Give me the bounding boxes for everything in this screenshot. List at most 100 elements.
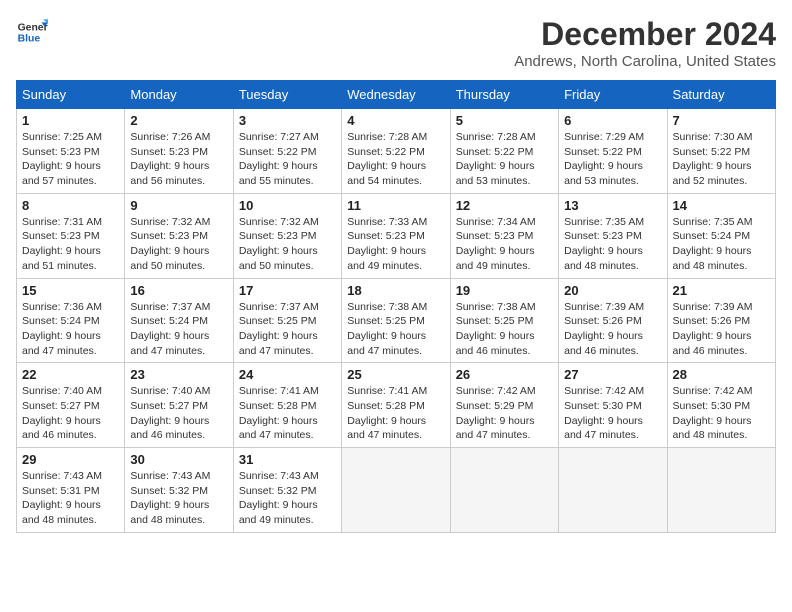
table-row bbox=[450, 448, 558, 533]
day-number: 22 bbox=[22, 367, 119, 382]
table-row: 4 Sunrise: 7:28 AM Sunset: 5:22 PM Daylig… bbox=[342, 109, 450, 194]
day-info: Sunrise: 7:41 AM Sunset: 5:28 PM Dayligh… bbox=[239, 384, 336, 443]
day-number: 10 bbox=[239, 198, 336, 213]
day-info: Sunrise: 7:31 AM Sunset: 5:23 PM Dayligh… bbox=[22, 215, 119, 274]
day-info: Sunrise: 7:28 AM Sunset: 5:22 PM Dayligh… bbox=[456, 130, 553, 189]
day-info: Sunrise: 7:43 AM Sunset: 5:32 PM Dayligh… bbox=[239, 469, 336, 528]
day-number: 26 bbox=[456, 367, 553, 382]
table-row: 29 Sunrise: 7:43 AM Sunset: 5:31 PM Dayli… bbox=[17, 448, 125, 533]
day-number: 3 bbox=[239, 113, 336, 128]
calendar-header-row: Sunday Monday Tuesday Wednesday Thursday… bbox=[17, 81, 776, 109]
table-row: 25 Sunrise: 7:41 AM Sunset: 5:28 PM Dayli… bbox=[342, 363, 450, 448]
day-info: Sunrise: 7:42 AM Sunset: 5:29 PM Dayligh… bbox=[456, 384, 553, 443]
table-row: 6 Sunrise: 7:29 AM Sunset: 5:22 PM Daylig… bbox=[559, 109, 667, 194]
calendar-week-row: 1 Sunrise: 7:25 AM Sunset: 5:23 PM Daylig… bbox=[17, 109, 776, 194]
calendar-week-row: 8 Sunrise: 7:31 AM Sunset: 5:23 PM Daylig… bbox=[17, 193, 776, 278]
day-number: 8 bbox=[22, 198, 119, 213]
day-info: Sunrise: 7:33 AM Sunset: 5:23 PM Dayligh… bbox=[347, 215, 444, 274]
col-saturday: Saturday bbox=[667, 81, 775, 109]
day-number: 25 bbox=[347, 367, 444, 382]
table-row: 21 Sunrise: 7:39 AM Sunset: 5:26 PM Dayli… bbox=[667, 278, 775, 363]
calendar-week-row: 22 Sunrise: 7:40 AM Sunset: 5:27 PM Dayli… bbox=[17, 363, 776, 448]
day-info: Sunrise: 7:26 AM Sunset: 5:23 PM Dayligh… bbox=[130, 130, 227, 189]
day-number: 4 bbox=[347, 113, 444, 128]
day-number: 1 bbox=[22, 113, 119, 128]
day-number: 23 bbox=[130, 367, 227, 382]
day-number: 21 bbox=[673, 283, 770, 298]
day-number: 30 bbox=[130, 452, 227, 467]
day-number: 31 bbox=[239, 452, 336, 467]
day-info: Sunrise: 7:42 AM Sunset: 5:30 PM Dayligh… bbox=[673, 384, 770, 443]
calendar-table: Sunday Monday Tuesday Wednesday Thursday… bbox=[16, 80, 776, 533]
day-info: Sunrise: 7:30 AM Sunset: 5:22 PM Dayligh… bbox=[673, 130, 770, 189]
table-row: 3 Sunrise: 7:27 AM Sunset: 5:22 PM Daylig… bbox=[233, 109, 341, 194]
day-number: 6 bbox=[564, 113, 661, 128]
day-number: 14 bbox=[673, 198, 770, 213]
table-row: 8 Sunrise: 7:31 AM Sunset: 5:23 PM Daylig… bbox=[17, 193, 125, 278]
table-row: 11 Sunrise: 7:33 AM Sunset: 5:23 PM Dayli… bbox=[342, 193, 450, 278]
calendar-week-row: 29 Sunrise: 7:43 AM Sunset: 5:31 PM Dayli… bbox=[17, 448, 776, 533]
svg-text:Blue: Blue bbox=[18, 34, 41, 45]
table-row: 22 Sunrise: 7:40 AM Sunset: 5:27 PM Dayli… bbox=[17, 363, 125, 448]
col-friday: Friday bbox=[559, 81, 667, 109]
day-info: Sunrise: 7:40 AM Sunset: 5:27 PM Dayligh… bbox=[130, 384, 227, 443]
subtitle: Andrews, North Carolina, United States bbox=[514, 53, 776, 70]
day-number: 7 bbox=[673, 113, 770, 128]
table-row: 5 Sunrise: 7:28 AM Sunset: 5:22 PM Daylig… bbox=[450, 109, 558, 194]
day-info: Sunrise: 7:32 AM Sunset: 5:23 PM Dayligh… bbox=[130, 215, 227, 274]
table-row bbox=[667, 448, 775, 533]
day-number: 27 bbox=[564, 367, 661, 382]
day-info: Sunrise: 7:35 AM Sunset: 5:24 PM Dayligh… bbox=[673, 215, 770, 274]
day-info: Sunrise: 7:41 AM Sunset: 5:28 PM Dayligh… bbox=[347, 384, 444, 443]
table-row: 10 Sunrise: 7:32 AM Sunset: 5:23 PM Dayli… bbox=[233, 193, 341, 278]
table-row: 31 Sunrise: 7:43 AM Sunset: 5:32 PM Dayli… bbox=[233, 448, 341, 533]
day-info: Sunrise: 7:39 AM Sunset: 5:26 PM Dayligh… bbox=[564, 300, 661, 359]
day-info: Sunrise: 7:32 AM Sunset: 5:23 PM Dayligh… bbox=[239, 215, 336, 274]
table-row bbox=[342, 448, 450, 533]
day-number: 11 bbox=[347, 198, 444, 213]
table-row: 27 Sunrise: 7:42 AM Sunset: 5:30 PM Dayli… bbox=[559, 363, 667, 448]
day-info: Sunrise: 7:42 AM Sunset: 5:30 PM Dayligh… bbox=[564, 384, 661, 443]
table-row: 13 Sunrise: 7:35 AM Sunset: 5:23 PM Dayli… bbox=[559, 193, 667, 278]
day-info: Sunrise: 7:37 AM Sunset: 5:24 PM Dayligh… bbox=[130, 300, 227, 359]
table-row: 7 Sunrise: 7:30 AM Sunset: 5:22 PM Daylig… bbox=[667, 109, 775, 194]
main-title: December 2024 bbox=[514, 16, 776, 53]
table-row: 1 Sunrise: 7:25 AM Sunset: 5:23 PM Daylig… bbox=[17, 109, 125, 194]
day-number: 17 bbox=[239, 283, 336, 298]
day-number: 29 bbox=[22, 452, 119, 467]
table-row: 19 Sunrise: 7:38 AM Sunset: 5:25 PM Dayli… bbox=[450, 278, 558, 363]
day-info: Sunrise: 7:38 AM Sunset: 5:25 PM Dayligh… bbox=[456, 300, 553, 359]
day-number: 18 bbox=[347, 283, 444, 298]
table-row: 12 Sunrise: 7:34 AM Sunset: 5:23 PM Dayli… bbox=[450, 193, 558, 278]
page-header: General Blue December 2024 Andrews, Nort… bbox=[16, 16, 776, 70]
logo-icon: General Blue bbox=[16, 16, 48, 48]
day-info: Sunrise: 7:34 AM Sunset: 5:23 PM Dayligh… bbox=[456, 215, 553, 274]
day-info: Sunrise: 7:35 AM Sunset: 5:23 PM Dayligh… bbox=[564, 215, 661, 274]
day-info: Sunrise: 7:40 AM Sunset: 5:27 PM Dayligh… bbox=[22, 384, 119, 443]
day-info: Sunrise: 7:37 AM Sunset: 5:25 PM Dayligh… bbox=[239, 300, 336, 359]
table-row: 18Sunrise: 7:38 AM Sunset: 5:25 PM Dayli… bbox=[342, 278, 450, 363]
day-number: 12 bbox=[456, 198, 553, 213]
day-info: Sunrise: 7:28 AM Sunset: 5:22 PM Dayligh… bbox=[347, 130, 444, 189]
day-info: Sunrise: 7:25 AM Sunset: 5:23 PM Dayligh… bbox=[22, 130, 119, 189]
title-block: December 2024 Andrews, North Carolina, U… bbox=[514, 16, 776, 70]
day-info: Sunrise: 7:43 AM Sunset: 5:32 PM Dayligh… bbox=[130, 469, 227, 528]
col-tuesday: Tuesday bbox=[233, 81, 341, 109]
day-number: 19 bbox=[456, 283, 553, 298]
day-info: Sunrise: 7:27 AM Sunset: 5:22 PM Dayligh… bbox=[239, 130, 336, 189]
day-number: 13 bbox=[564, 198, 661, 213]
day-info: Sunrise: 7:29 AM Sunset: 5:22 PM Dayligh… bbox=[564, 130, 661, 189]
table-row: 20 Sunrise: 7:39 AM Sunset: 5:26 PM Dayli… bbox=[559, 278, 667, 363]
calendar-week-row: 15Sunrise: 7:36 AM Sunset: 5:24 PM Dayli… bbox=[17, 278, 776, 363]
col-thursday: Thursday bbox=[450, 81, 558, 109]
table-row: 2Sunrise: 7:26 AM Sunset: 5:23 PM Daylig… bbox=[125, 109, 233, 194]
day-info: Sunrise: 7:39 AM Sunset: 5:26 PM Dayligh… bbox=[673, 300, 770, 359]
col-wednesday: Wednesday bbox=[342, 81, 450, 109]
day-number: 28 bbox=[673, 367, 770, 382]
day-info: Sunrise: 7:36 AM Sunset: 5:24 PM Dayligh… bbox=[22, 300, 119, 359]
day-info: Sunrise: 7:43 AM Sunset: 5:31 PM Dayligh… bbox=[22, 469, 119, 528]
table-row bbox=[559, 448, 667, 533]
table-row: 23 Sunrise: 7:40 AM Sunset: 5:27 PM Dayli… bbox=[125, 363, 233, 448]
day-number: 5 bbox=[456, 113, 553, 128]
day-number: 20 bbox=[564, 283, 661, 298]
